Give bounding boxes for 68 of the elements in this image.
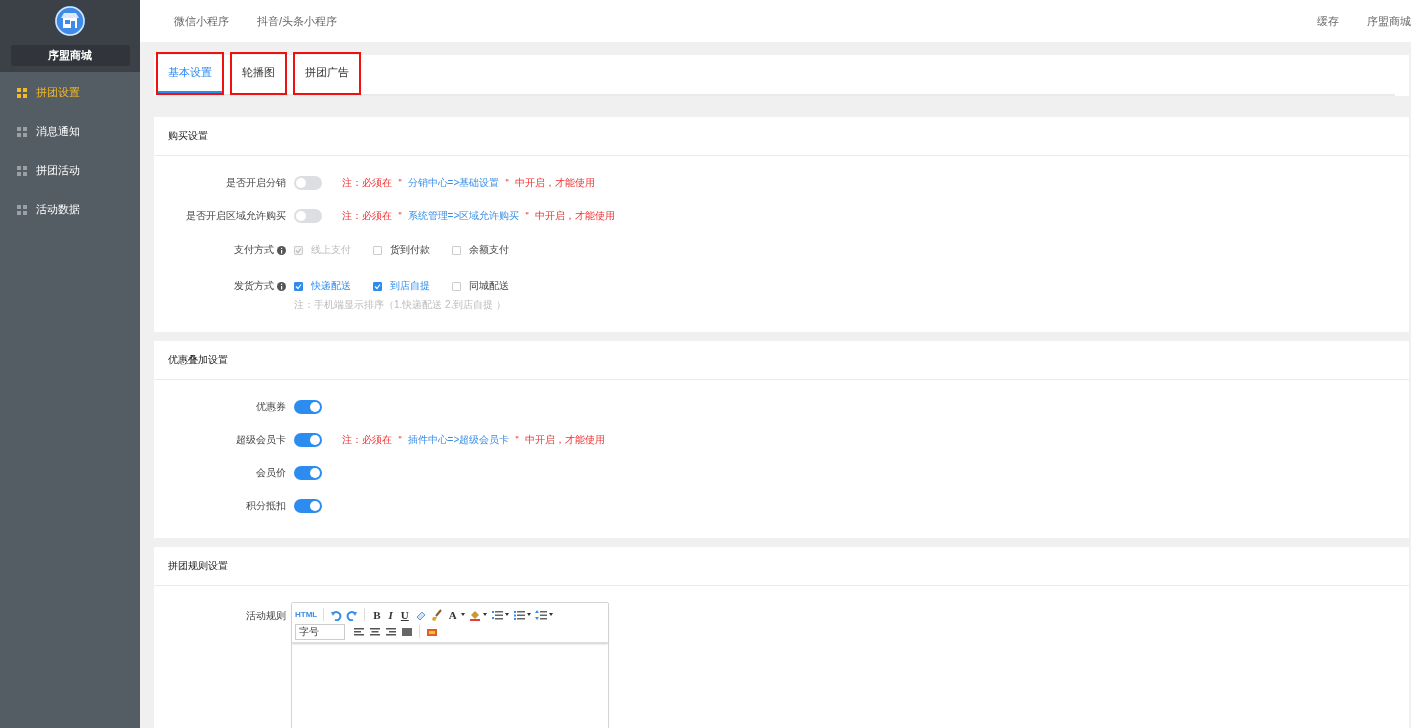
note-text: 注：必须在 ＂ 系统管理=>区域允许购买 ＂ 中开启，才能使用 [342, 208, 615, 223]
field-label: 会员价 [256, 465, 286, 480]
grid-icon [17, 87, 27, 98]
sidebar-item[interactable]: 拼团设置 [0, 73, 140, 112]
justify-icon[interactable] [401, 625, 413, 638]
checkbox[interactable] [294, 281, 303, 291]
italic-button[interactable]: I [386, 608, 395, 621]
option-label: 货到付款 [390, 243, 430, 257]
toggle-switch[interactable] [294, 399, 322, 414]
option-label: 到店自提 [390, 279, 430, 293]
settings-tab[interactable]: 拼团广告 [295, 54, 359, 93]
checkbox[interactable] [373, 281, 382, 291]
underline-button[interactable]: U [398, 608, 411, 621]
info-icon [277, 281, 286, 291]
settings-tab[interactable]: 基本设置 [158, 54, 222, 93]
field-label: 积分抵扣 [246, 498, 286, 513]
html-source-button[interactable]: HTML [295, 610, 318, 619]
paint-bucket-icon[interactable] [468, 608, 481, 621]
paint-brush-icon[interactable] [430, 608, 443, 621]
option-label: 同城配送 [469, 279, 509, 293]
align-left-icon[interactable] [353, 625, 365, 638]
line-height-icon[interactable] [534, 608, 547, 621]
checkbox[interactable] [452, 281, 461, 291]
store-name: 序盟商城 [10, 45, 130, 66]
toggle-switch[interactable] [294, 208, 322, 223]
platform-tab[interactable]: 微信小程序 [174, 13, 229, 29]
sidebar-item[interactable]: 消息通知 [0, 112, 140, 151]
toggle-switch[interactable] [294, 498, 322, 513]
field-label: 发货方式 [234, 279, 274, 293]
grid-icon [17, 165, 27, 176]
sidebar-item[interactable]: 活动数据 [0, 190, 140, 229]
field-label: 支付方式 [234, 243, 274, 257]
checkbox[interactable] [452, 245, 461, 255]
font-color-button[interactable]: A [446, 608, 459, 621]
settings-tab[interactable]: 轮播图 [232, 54, 285, 93]
redo-icon[interactable] [346, 608, 359, 621]
checkbox[interactable] [373, 245, 382, 255]
option-label: 余额支付 [469, 243, 509, 257]
grid-icon [17, 126, 27, 137]
bullet-list-icon[interactable] [512, 608, 525, 621]
option-label: 快递配送 [311, 279, 351, 293]
top-link[interactable]: 序盟商城 [1367, 13, 1411, 29]
store-logo-icon [55, 6, 85, 36]
field-label: 是否开启区域允许购买 [186, 208, 286, 223]
field-label: 活动规则 [246, 609, 286, 623]
undo-icon[interactable] [330, 608, 343, 621]
platform-tab[interactable]: 抖音/头条小程序 [257, 13, 338, 29]
align-right-icon[interactable] [385, 625, 397, 638]
section-title: 优惠叠加设置 [168, 353, 228, 367]
numbered-list-icon[interactable] [490, 608, 503, 621]
bold-button[interactable]: B [371, 608, 383, 621]
grid-icon [17, 204, 27, 215]
field-label: 超级会员卡 [236, 432, 286, 447]
field-label: 优惠券 [256, 399, 286, 414]
sidebar-item[interactable]: 拼团活动 [0, 151, 140, 190]
note-text: 注：必须在 ＂ 分销中心=>基础设置 ＂ 中开启，才能使用 [342, 175, 595, 190]
info-icon [277, 245, 286, 255]
top-link[interactable]: 缓存 [1317, 13, 1339, 29]
align-center-icon[interactable] [369, 625, 381, 638]
toggle-switch[interactable] [294, 465, 322, 480]
section-title: 拼团规则设置 [168, 559, 228, 573]
field-label: 是否开启分销 [226, 175, 286, 190]
note-text: 注：必须在 ＂ 插件中心=>超级会员卡 ＂ 中开启，才能使用 [342, 432, 605, 447]
toggle-switch[interactable] [294, 432, 322, 447]
font-size-select[interactable]: 字号 [295, 623, 345, 640]
section-title: 购买设置 [168, 129, 208, 143]
rich-text-editor[interactable]: HTML B I U A 字号 [291, 602, 609, 728]
toggle-switch[interactable] [294, 175, 322, 190]
